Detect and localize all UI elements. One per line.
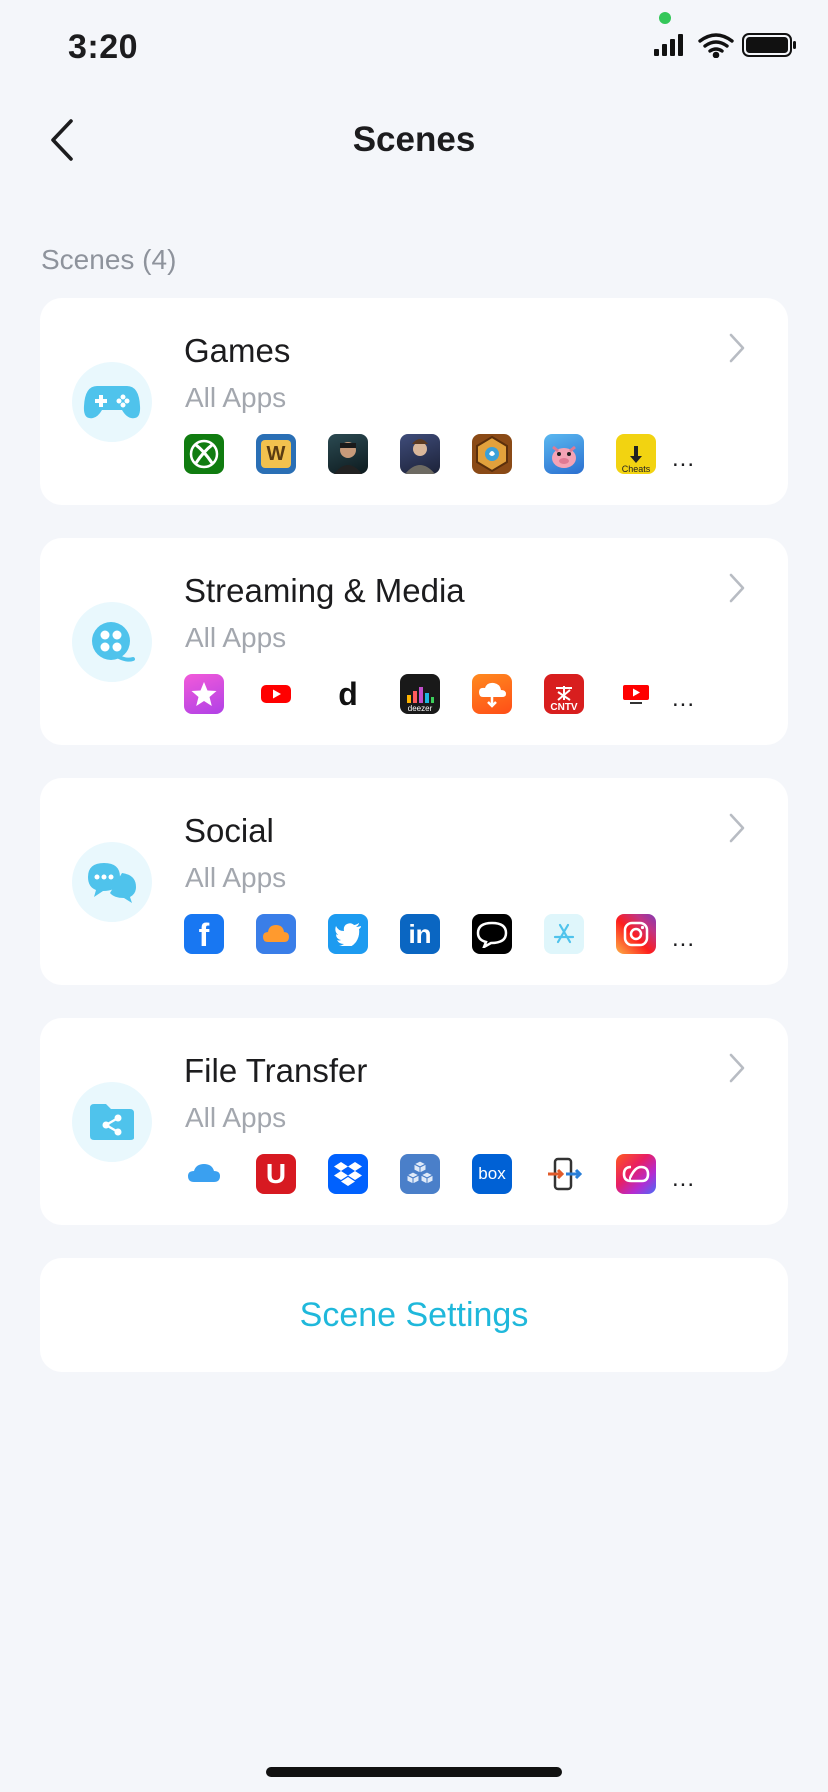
scene-card-social[interactable]: Social All Apps f in ... [40, 778, 788, 985]
youtube-tv-icon [616, 674, 656, 714]
facebook-icon: f [184, 914, 224, 954]
hearthstone-icon [472, 434, 512, 474]
status-icons [654, 33, 796, 58]
scene-subtitle: All Apps [185, 1102, 287, 1133]
game-character-icon [328, 434, 368, 474]
chevron-right-icon [729, 1053, 745, 1083]
linkedin-icon: in [400, 914, 440, 954]
coin-master-icon [544, 434, 584, 474]
more-apps-ellipsis: ... [672, 1165, 696, 1192]
scene-subtitle: All Apps [185, 622, 287, 653]
u-app-icon: U [256, 1154, 296, 1194]
wifi-icon [698, 33, 734, 58]
chat-bubbles-icon [72, 842, 152, 922]
scene-subtitle: All Apps [185, 382, 287, 413]
itunes-star-icon [184, 674, 224, 714]
scene-card-games[interactable]: Games All Apps W Cheats ... [40, 298, 788, 505]
app-icon-row: f in ... [184, 914, 695, 954]
instagram-icon [616, 914, 656, 954]
scene-card-streaming-media[interactable]: Streaming & Media All Apps d deezer CNTV… [40, 538, 788, 745]
chevron-right-icon [729, 573, 745, 603]
status-bar: 3:20 [0, 0, 828, 100]
dailymotion-icon: d [338, 675, 358, 712]
film-reel-icon [72, 602, 152, 682]
more-apps-ellipsis: ... [672, 685, 696, 712]
cubes-app-icon [400, 1154, 440, 1194]
twitter-icon [328, 914, 368, 954]
chevron-right-icon [729, 813, 745, 843]
more-apps-ellipsis: ... [672, 925, 696, 952]
camera-indicator-dot [659, 12, 671, 24]
cntv-icon: CNTV [544, 674, 584, 714]
cellular-signal-icon [654, 34, 683, 56]
dropbox-icon [328, 1154, 368, 1194]
game-warrior-icon [400, 434, 440, 474]
phone-transfer-icon [544, 1154, 584, 1194]
app-icon-row: W Cheats ... [184, 434, 695, 474]
icloud-icon [184, 1154, 224, 1194]
words-with-friends-icon: W [256, 434, 296, 474]
page-title: Scenes [352, 120, 476, 159]
navigation-bar: Scenes [0, 100, 828, 180]
creative-cloud-icon [616, 1154, 656, 1194]
shared-folder-icon [72, 1082, 152, 1162]
app-store-icon [544, 914, 584, 954]
gamepad-icon [72, 362, 152, 442]
scene-card-file-transfer[interactable]: File Transfer All Apps U box ... [40, 1018, 788, 1225]
battery-icon [742, 33, 796, 57]
scene-settings-button[interactable]: Scene Settings [40, 1258, 788, 1372]
xbox-icon [184, 434, 224, 474]
status-time: 3:20 [68, 28, 139, 66]
scene-title: File Transfer [184, 1052, 368, 1089]
box-icon: box [472, 1154, 512, 1194]
scene-title: Streaming & Media [184, 572, 465, 609]
cheats-icon: Cheats [616, 434, 656, 474]
home-indicator[interactable] [266, 1767, 562, 1777]
app-icon-row: d deezer CNTV ... [184, 674, 695, 714]
messenger-bubble-icon [472, 914, 512, 954]
more-apps-ellipsis: ... [672, 445, 696, 472]
chevron-right-icon [729, 333, 745, 363]
deezer-icon: deezer [400, 674, 440, 714]
cloud-app-icon [256, 914, 296, 954]
scene-title: Games [184, 332, 291, 369]
soundcloud-icon [472, 674, 512, 714]
scene-title: Social [184, 812, 274, 849]
scenes-count-label: Scenes (4) [41, 244, 177, 275]
scene-subtitle: All Apps [185, 862, 287, 893]
youtube-icon [256, 674, 296, 714]
app-icon-row: U box ... [184, 1154, 695, 1194]
